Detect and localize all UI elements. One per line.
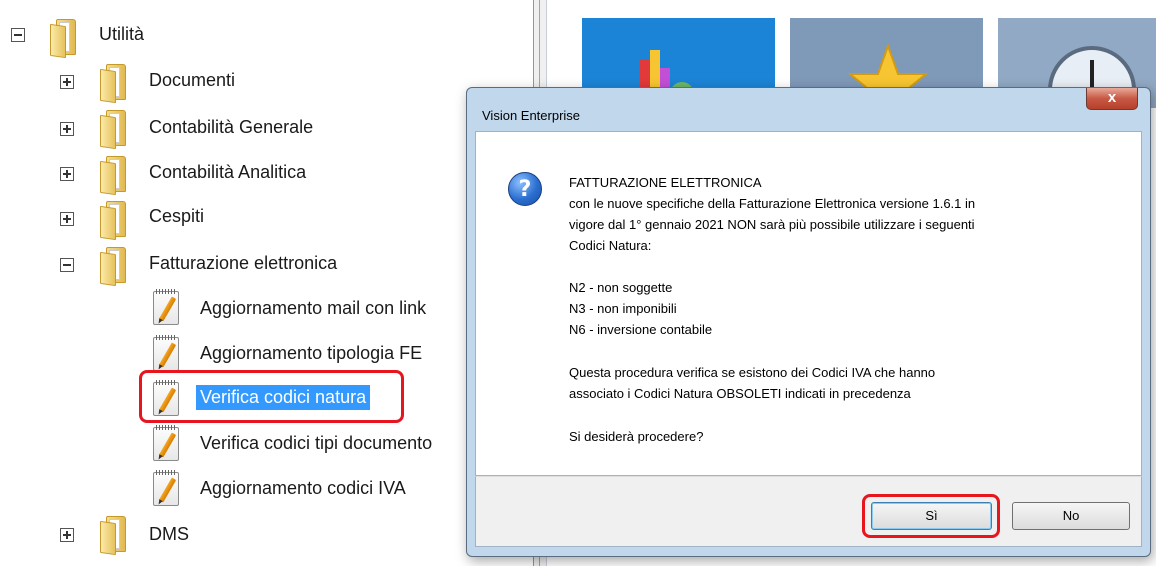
message-heading: FATTURAZIONE ELETTRONICA — [569, 175, 762, 190]
message-line: N6 - inversione contabile — [569, 322, 713, 337]
folder-icon — [100, 201, 126, 241]
folder-icon — [100, 247, 126, 287]
tree-item-verifica-codici-tipi[interactable]: Verifica codici tipi documento — [200, 433, 432, 454]
tree-item-cespiti[interactable]: Cespiti — [149, 206, 204, 227]
tree-item-aggiornamento-tipologia[interactable]: Aggiornamento tipologia FE — [200, 343, 422, 364]
highlight-frame — [862, 494, 1000, 538]
dialog-title: Vision Enterprise — [482, 108, 581, 123]
message-dialog: Vision Enterprise x ? FATTURAZIONE ELETT… — [466, 87, 1151, 557]
message-line: N3 - non imponibili — [569, 301, 677, 316]
folder-icon — [50, 19, 76, 59]
collapse-icon[interactable] — [60, 258, 74, 272]
tree-item-utilita[interactable]: Utilità — [99, 24, 144, 45]
expand-icon[interactable] — [60, 75, 74, 89]
message-question: Si desiderà procedere? — [569, 429, 704, 444]
expand-icon[interactable] — [60, 528, 74, 542]
expand-icon[interactable] — [60, 212, 74, 226]
document-edit-icon — [153, 289, 179, 325]
message-line: vigore dal 1° gennaio 2021 NON sarà più … — [569, 217, 975, 232]
no-button[interactable]: No — [1012, 502, 1130, 530]
tree-item-documenti[interactable]: Documenti — [149, 70, 235, 91]
close-button[interactable]: x — [1086, 88, 1138, 110]
collapse-icon[interactable] — [11, 28, 25, 42]
tree-item-dms[interactable]: DMS — [149, 524, 189, 545]
tree-item-contabilita-generale[interactable]: Contabilità Generale — [149, 117, 313, 138]
folder-icon — [100, 110, 126, 150]
folder-icon — [100, 64, 126, 104]
message-line: Codici Natura: — [569, 238, 652, 253]
document-edit-icon — [153, 425, 179, 461]
message-line: associato i Codici Natura OBSOLETI indic… — [569, 386, 911, 401]
question-icon: ? — [508, 172, 542, 206]
message-line: con le nuove specifiche della Fatturazio… — [569, 196, 976, 211]
tree-item-aggiornamento-mail[interactable]: Aggiornamento mail con link — [200, 298, 426, 319]
message-line: Questa procedura verifica se esistono de… — [569, 365, 936, 380]
tree-item-fatturazione-elettronica[interactable]: Fatturazione elettronica — [149, 253, 337, 274]
tree-item-aggiornamento-codici-iva[interactable]: Aggiornamento codici IVA — [200, 478, 406, 499]
expand-icon[interactable] — [60, 167, 74, 181]
document-edit-icon — [153, 335, 179, 371]
tree-item-contabilita-analitica[interactable]: Contabilità Analitica — [149, 162, 306, 183]
expand-icon[interactable] — [60, 122, 74, 136]
message-line: N2 - non soggette — [569, 280, 673, 295]
folder-icon — [100, 156, 126, 196]
document-edit-icon — [153, 470, 179, 506]
folder-icon — [100, 516, 126, 556]
highlight-frame — [139, 370, 404, 423]
